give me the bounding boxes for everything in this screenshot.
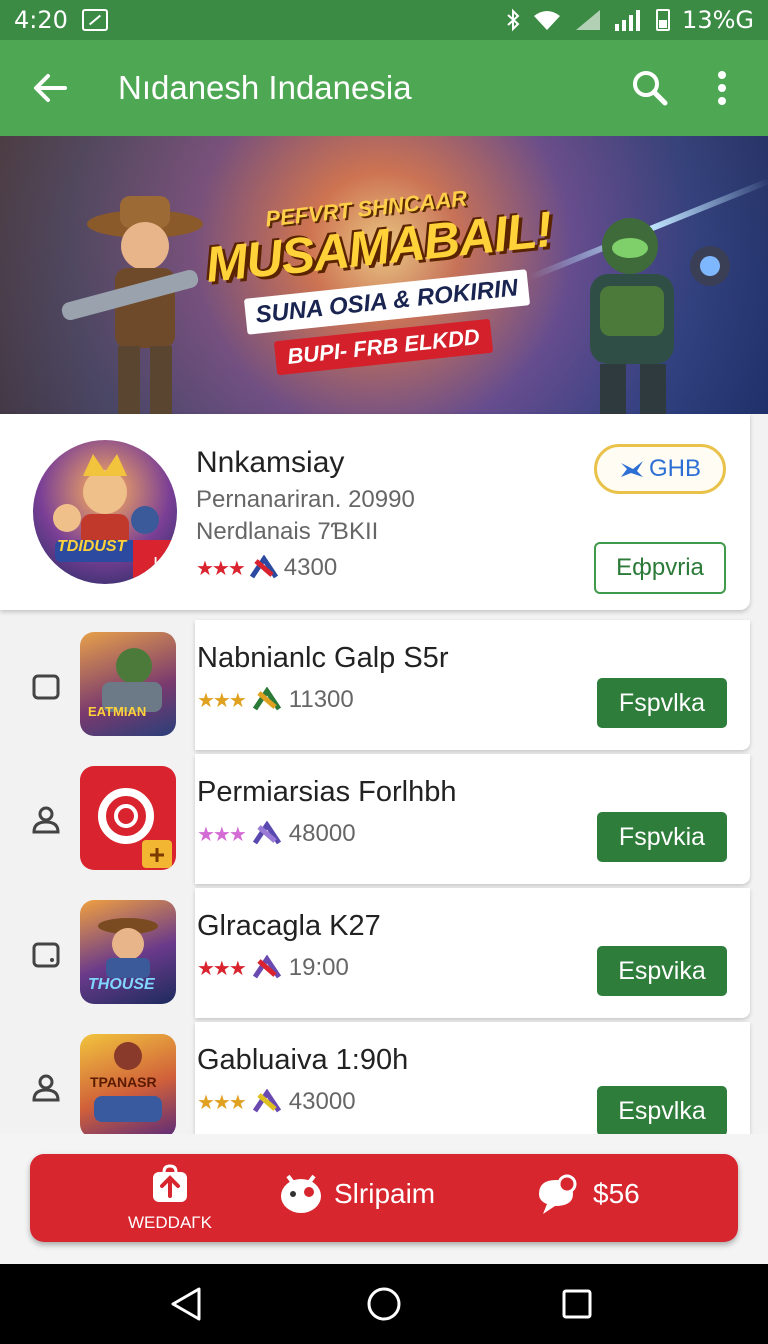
bottom-nav-label: Slripaim bbox=[334, 1178, 436, 1209]
install-button[interactable]: Fspvkia bbox=[597, 812, 727, 862]
overflow-menu-button[interactable] bbox=[686, 40, 758, 136]
bottom-nav-upload[interactable]: WEDDAΓK bbox=[110, 1164, 230, 1233]
circle-home-icon bbox=[367, 1287, 401, 1321]
more-vert-icon bbox=[718, 71, 726, 105]
person-icon[interactable] bbox=[30, 804, 62, 836]
list-item[interactable]: Permiarsias Forlhbh ★★★ 48000 Fspvkia bbox=[0, 754, 768, 888]
thumbnail-label: TPANASR bbox=[90, 1074, 157, 1090]
featured-action-button[interactable]: Eфpvria bbox=[594, 542, 726, 594]
app-rating: ★★★ 19:00 bbox=[197, 954, 349, 982]
age-badge: la bbox=[133, 540, 177, 584]
rating-stars: ★★★ bbox=[196, 557, 246, 580]
notification-icon bbox=[81, 9, 108, 31]
install-button[interactable]: Espvlka bbox=[597, 1086, 727, 1136]
piggy-icon bbox=[281, 1174, 321, 1213]
lifebuoy-icon bbox=[98, 788, 172, 868]
bottom-action-bar: WEDDAΓK Slripaim $56 bbox=[30, 1154, 738, 1242]
bottom-nav-label: WEDDAΓK bbox=[128, 1213, 212, 1232]
rating-count: 11300 bbox=[288, 686, 354, 713]
page-title: Nıdanesh Indanesia bbox=[118, 69, 412, 106]
featured-app-detail: Nerdlanais 7ƁKII bbox=[196, 518, 379, 545]
nav-back-button[interactable] bbox=[166, 1284, 206, 1324]
rating-count: 43000 bbox=[288, 1088, 356, 1115]
app-rating: ★★★ 11300 bbox=[197, 686, 354, 714]
featured-rating: ★★★ 4300 bbox=[196, 554, 337, 582]
status-bar: 4:20 13%G bbox=[0, 0, 768, 40]
rating-stars: ★★★ bbox=[197, 689, 247, 712]
list-item[interactable]: EATMIAN Nabnianlc Galp S5r ★★★ 11300 Fsp… bbox=[0, 620, 768, 754]
featured-app-card[interactable]: TDIDUST la Nnkamsiay Pernanariran. 20990… bbox=[0, 414, 750, 610]
featured-app-avatar: TDIDUST la bbox=[33, 440, 177, 584]
balance-value: $56 bbox=[593, 1178, 640, 1209]
nav-home-button[interactable] bbox=[364, 1284, 404, 1324]
chat-coin-icon bbox=[539, 1174, 577, 1214]
bottom-nav-balance[interactable]: $56 bbox=[533, 1172, 640, 1216]
back-button[interactable] bbox=[0, 40, 100, 136]
arrow-left-icon bbox=[34, 74, 67, 102]
featured-chip[interactable]: GHB bbox=[594, 444, 726, 494]
list-item[interactable]: THOUSE Glracagla K27 ★★★ 19:00 Espvika bbox=[0, 888, 768, 1022]
status-time: 4:20 bbox=[14, 6, 68, 34]
bird-icon bbox=[620, 461, 643, 477]
bluetooth-icon bbox=[507, 8, 520, 32]
wifi-icon bbox=[534, 11, 561, 30]
featured-app-name: Nnkamsiay bbox=[196, 446, 345, 479]
promo-banner[interactable]: PEFVRT SHNCAAR MUSAMABAIL! SUNA OSIA & R… bbox=[0, 136, 768, 414]
featured-app-publisher: Pernanariran. 20990 bbox=[196, 486, 415, 513]
thumbnail-label: EATMIAN bbox=[88, 704, 147, 719]
app-thumbnail: THOUSE bbox=[80, 900, 176, 1004]
install-button[interactable]: Espvika bbox=[597, 946, 727, 996]
thumbnail-label: THOUSE bbox=[88, 976, 155, 993]
app-thumbnail: TPANASR bbox=[80, 1034, 176, 1138]
rating-stars: ★★★ bbox=[197, 823, 247, 846]
chip-label: GHB bbox=[648, 455, 701, 482]
app-bar: Nıdanesh Indanesia bbox=[0, 40, 768, 136]
system-nav-bar bbox=[0, 1264, 768, 1344]
triangle-back-icon bbox=[171, 1287, 201, 1321]
app-rating: ★★★ 43000 bbox=[197, 1088, 356, 1116]
cowboy-hero-illustration bbox=[61, 196, 203, 414]
signal-bars-icon bbox=[615, 10, 641, 31]
rating-count: 4300 bbox=[283, 554, 338, 581]
checkbox-icon[interactable] bbox=[30, 670, 62, 702]
square-recents-icon bbox=[562, 1289, 592, 1319]
battery-icon bbox=[656, 9, 671, 31]
signal-icon bbox=[576, 10, 601, 30]
app-thumbnail bbox=[80, 766, 176, 870]
rating-stars: ★★★ bbox=[197, 957, 247, 980]
app-title: Glracagla K27 bbox=[197, 910, 381, 942]
ribbon-icon bbox=[252, 955, 281, 979]
rating-stars: ★★★ bbox=[197, 1091, 247, 1114]
ribbon-icon bbox=[252, 1089, 281, 1113]
thumbnail-art bbox=[102, 648, 162, 712]
nav-recents-button[interactable] bbox=[557, 1284, 597, 1324]
app-rating: ★★★ 48000 bbox=[197, 820, 356, 848]
rating-count: 48000 bbox=[288, 820, 356, 847]
status-icons: 13%G bbox=[506, 6, 754, 34]
app-thumbnail: EATMIAN bbox=[80, 632, 176, 736]
search-button[interactable] bbox=[614, 40, 686, 136]
ribbon-icon bbox=[252, 687, 281, 711]
tablet-icon[interactable] bbox=[30, 938, 62, 970]
app-title: Gabluaiva 1:90h bbox=[197, 1044, 409, 1076]
ribbon-icon bbox=[249, 555, 278, 579]
app-title: Permiarsias Forlhbh bbox=[197, 776, 457, 808]
avatar-label: TDIDUST bbox=[57, 538, 127, 555]
rating-count: 19:00 bbox=[288, 954, 349, 981]
person-icon[interactable] bbox=[30, 1072, 62, 1104]
ribbon-icon bbox=[252, 821, 281, 845]
upload-bag-icon bbox=[153, 1164, 187, 1202]
battery-percent: 13%G bbox=[682, 6, 754, 34]
app-title: Nabnianlc Galp S5r bbox=[197, 642, 449, 674]
install-button[interactable]: Fspvlka bbox=[597, 678, 727, 728]
search-icon bbox=[633, 71, 668, 106]
armored-hero-illustration bbox=[590, 218, 730, 414]
bottom-nav-rewards[interactable]: Slripaim bbox=[278, 1172, 435, 1216]
